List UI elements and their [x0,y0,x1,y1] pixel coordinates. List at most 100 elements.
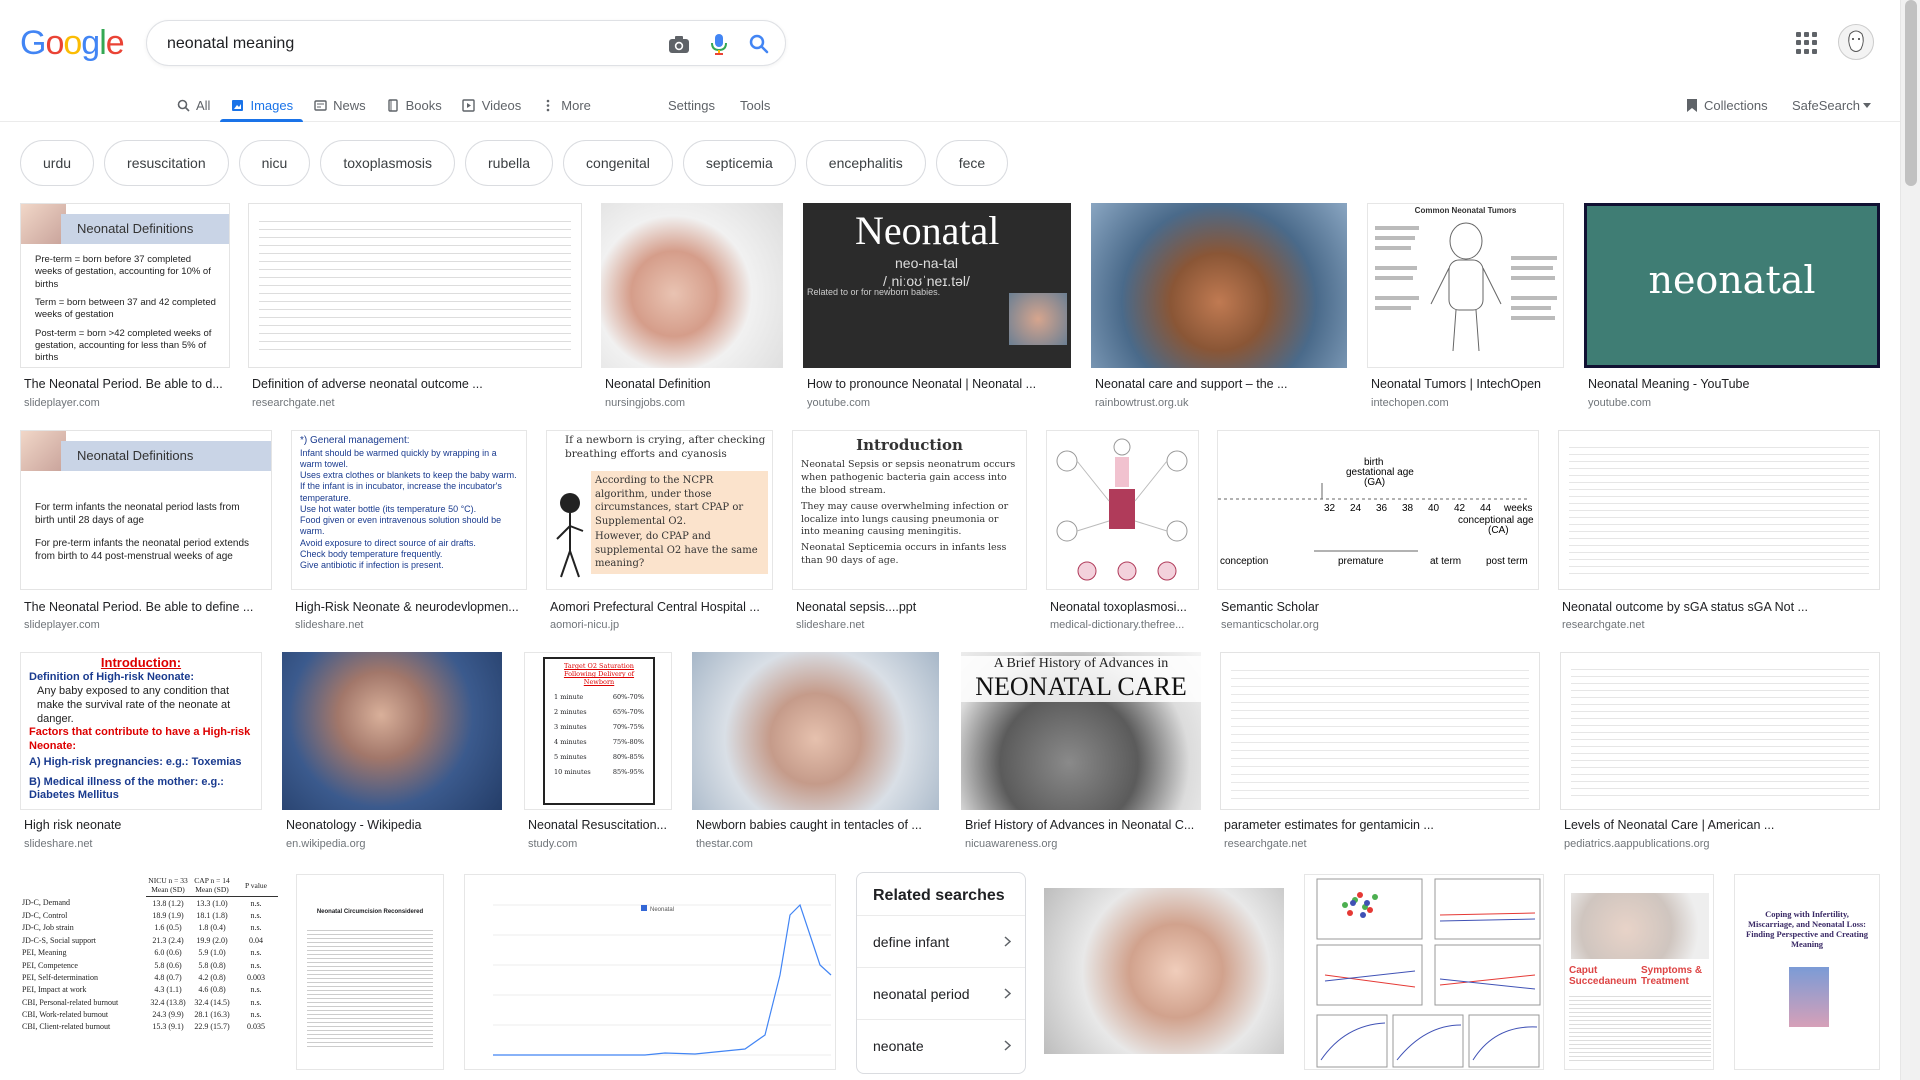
result-source[interactable]: slideshare.net [295,619,527,631]
chip-urdu[interactable]: urdu [20,140,95,186]
tab-videos[interactable]: Videos [452,88,532,122]
result-title[interactable]: parameter estimates for gentamicin ... [1224,818,1540,832]
image-result[interactable]: If a newborn is crying, after checking b… [546,430,773,635]
result-source[interactable]: researchgate.net [1224,838,1540,850]
image-result[interactable]: Neonatal [464,874,836,1070]
result-title[interactable]: Newborn babies caught in tentacles of ..… [696,818,939,832]
collections-link[interactable]: Collections [1686,88,1768,122]
result-title[interactable]: The Neonatal Period. Be able to d... [24,377,229,391]
result-title[interactable]: Neonatal Definition [605,377,783,391]
result-source[interactable]: slideshare.net [796,619,1027,631]
image-result[interactable]: Neonatal outcome by sGA status sGA Not .… [1558,430,1880,635]
result-source[interactable]: rainbowtrust.org.uk [1095,397,1347,409]
result-title[interactable]: Neonatal sepsis....ppt [796,600,1027,614]
result-title[interactable]: Aomori Prefectural Central Hospital ... [550,600,773,614]
result-title[interactable]: Levels of Neonatal Care | American ... [1564,818,1880,832]
result-source[interactable]: nursingjobs.com [605,397,783,409]
tab-news[interactable]: News [303,88,376,122]
search-icon[interactable] [747,32,771,56]
tab-images[interactable]: Images [220,88,303,122]
result-source[interactable]: researchgate.net [1562,619,1880,631]
result-title[interactable]: Neonatal care and support – the ... [1095,377,1347,391]
settings-link[interactable]: Settings [668,88,715,122]
scrollbar-thumb[interactable] [1905,0,1917,186]
image-result[interactable]: Levels of Neonatal Care | American ... p… [1560,652,1880,854]
image-result[interactable]: Neonatal Circumcision Reconsidered [296,874,444,1070]
avatar[interactable] [1838,24,1874,60]
image-result[interactable] [1304,874,1544,1070]
image-result[interactable]: Definition of adverse neonatal outcome .… [248,203,582,413]
result-source[interactable]: slideplayer.com [24,619,272,631]
image-result[interactable]: parameter estimates for gentamicin ... r… [1220,652,1540,854]
chip-septicemia[interactable]: septicemia [682,140,796,186]
camera-icon[interactable] [667,32,691,56]
result-source[interactable]: thestar.com [696,838,939,850]
result-title[interactable]: The Neonatal Period. Be able to define .… [24,600,272,614]
image-result[interactable]: Neonatology - Wikipedia en.wikipedia.org [282,652,502,854]
image-result[interactable]: Introduction Neonatal Sepsis or sepsis n… [792,430,1027,635]
result-title[interactable]: High-Risk Neonate & neurodevlopmen... [295,600,527,614]
image-result[interactable]: Neonatal Definition nursingjobs.com [601,203,783,413]
result-title[interactable]: Neonatology - Wikipedia [286,818,502,832]
tools-link[interactable]: Tools [740,88,770,122]
image-result[interactable]: NICU n = 33 Mean (SD) CAP n = 14 Mean (SD… [20,874,278,1070]
image-result[interactable]: neonatal Neonatal Meaning - YouTube yout… [1584,203,1880,413]
result-title[interactable]: Neonatal Tumors | IntechOpen [1371,377,1564,391]
result-source[interactable]: study.com [528,838,672,850]
search-input[interactable] [167,32,637,56]
chip-congenital[interactable]: congenital [563,140,673,186]
image-result[interactable]: A Brief History of Advances in NEONATAL … [961,652,1201,854]
result-source[interactable]: aomori-nicu.jp [550,619,773,631]
image-result[interactable] [1044,888,1284,1054]
image-result[interactable]: Neonatal Definitions For term infants th… [20,430,272,635]
image-result[interactable]: Neonatal care and support – the ... rain… [1091,203,1347,413]
image-result[interactable]: *) General management: Infant should be … [291,430,527,635]
related-search-item[interactable]: neonate [857,1019,1025,1071]
image-result[interactable]: Neonatal neo-na-tal /ˌniːoʊˈneɪ.təl/ Rel… [803,203,1071,413]
result-source[interactable]: slideshare.net [24,838,262,850]
result-source[interactable]: youtube.com [1588,397,1880,409]
result-title[interactable]: Definition of adverse neonatal outcome .… [252,377,582,391]
chip-fece[interactable]: fece [935,140,1009,186]
page-scrollbar[interactable] [1900,0,1920,1080]
tab-all[interactable]: All [166,88,220,122]
google-logo[interactable]: Google [20,24,125,63]
microphone-icon[interactable] [707,32,731,56]
image-result[interactable]: Newborn babies caught in tentacles of ..… [692,652,939,854]
image-result[interactable]: birth gestational age (GA) 32 24 36 38 4… [1217,430,1539,635]
chip-resuscitation[interactable]: resuscitation [104,140,229,186]
chip-nicu[interactable]: nicu [238,140,311,186]
chip-rubella[interactable]: rubella [465,140,554,186]
chip-toxoplasmosis[interactable]: toxoplasmosis [320,140,456,186]
image-result[interactable]: Common Neonatal Tumors Neonatal Tumors |… [1367,203,1564,413]
result-source[interactable]: medical-dictionary.thefree... [1050,619,1199,631]
result-source[interactable]: nicuawareness.org [965,838,1201,850]
apps-grid-icon[interactable] [1796,32,1818,54]
image-result[interactable]: Neonatal Definitions Pre-term = born bef… [20,203,230,413]
related-search-item[interactable]: define infant [857,915,1025,967]
related-search-item[interactable]: neonatal period [857,967,1025,1019]
result-source[interactable]: researchgate.net [252,397,582,409]
result-source[interactable]: slideplayer.com [24,397,229,409]
image-result[interactable]: Caput Succedaneum Symptoms & Treatment [1564,874,1714,1070]
result-title[interactable]: Neonatal Resuscitation... [528,818,672,832]
safesearch-menu[interactable]: SafeSearch [1792,88,1871,122]
result-source[interactable]: semanticscholar.org [1221,619,1539,631]
result-title[interactable]: Brief History of Advances in Neonatal C.… [965,818,1201,832]
result-source[interactable]: youtube.com [807,397,1071,409]
result-source[interactable]: intechopen.com [1371,397,1564,409]
result-source[interactable]: pediatrics.aappublications.org [1564,838,1880,850]
result-title[interactable]: Semantic Scholar [1221,600,1539,614]
result-source[interactable]: en.wikipedia.org [286,838,502,850]
result-title[interactable]: Neonatal outcome by sGA status sGA Not .… [1562,600,1880,614]
result-title[interactable]: Neonatal toxoplasmosi... [1050,600,1199,614]
search-box[interactable] [146,20,786,66]
chip-encephalitis[interactable]: encephalitis [805,140,926,186]
result-title[interactable]: High risk neonate [24,818,262,832]
image-result[interactable]: Introduction: Definition of High-risk Ne… [20,652,262,854]
image-result[interactable]: Target O2 Saturation Following Delivery … [524,652,672,854]
result-title[interactable]: Neonatal Meaning - YouTube [1588,377,1880,391]
result-title[interactable]: How to pronounce Neonatal | Neonatal ... [807,377,1071,391]
tab-more[interactable]: More [531,88,601,122]
tab-books[interactable]: Books [376,88,452,122]
